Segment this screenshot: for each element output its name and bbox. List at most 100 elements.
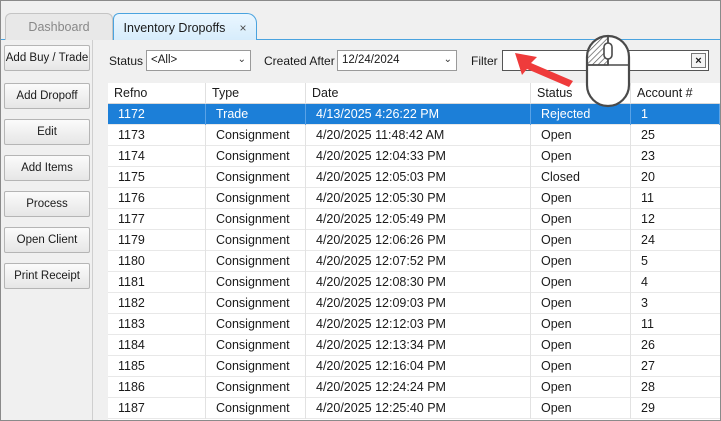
cell-refno: 1187 [108, 398, 206, 419]
column-header-type[interactable]: Type [206, 83, 306, 104]
cell-refno: 1181 [108, 272, 206, 293]
cell-refno: 1174 [108, 146, 206, 167]
print-receipt-button[interactable]: Print Receipt [4, 263, 90, 289]
cell-refno: 1177 [108, 209, 206, 230]
cell-date: 4/20/2025 12:05:03 PM [306, 167, 531, 188]
cell-date: 4/20/2025 12:05:30 PM [306, 188, 531, 209]
created-after-date-picker[interactable]: 12/24/2024 ⌄ [337, 50, 457, 71]
cell-account: 12 [641, 212, 655, 226]
table-row[interactable]: 1179 Consignment 4/20/2025 12:06:26 PM Open… [108, 230, 720, 251]
cell-account: 5 [641, 254, 648, 268]
cell-account: 11 [641, 191, 654, 205]
cell-status: Open [531, 272, 631, 293]
cell-account: 1 [631, 104, 720, 125]
table-row[interactable]: 1182 Consignment 4/20/2025 12:09:03 PM Open… [108, 293, 720, 314]
cell-account: 11 [641, 317, 654, 331]
cell-account: 25 [641, 128, 655, 142]
table-row[interactable]: 1183 Consignment 4/20/2025 12:12:03 PM Open… [108, 314, 720, 335]
cell-type: Consignment [206, 398, 306, 419]
cell-refno: 1180 [108, 251, 206, 272]
table-row[interactable]: 1180 Consignment 4/20/2025 12:07:52 PM Open… [108, 251, 720, 272]
cell-status: Open [531, 188, 631, 209]
add-dropoff-button[interactable]: Add Dropoff [4, 83, 90, 109]
cell-refno: 1172 [108, 104, 206, 125]
column-header-date[interactable]: Date [306, 83, 531, 104]
cell-account: 26 [641, 338, 655, 352]
mouse-left-click-icon [585, 34, 631, 108]
created-after-value: 12/24/2024 [342, 54, 400, 66]
column-header-refno[interactable]: Refno [108, 83, 206, 104]
cell-status: Open [531, 293, 631, 314]
cell-type: Consignment [206, 356, 306, 377]
cell-status: Open [531, 146, 631, 167]
action-sidebar: Add Buy / Trade Add Dropoff Edit Add Ite… [1, 40, 93, 420]
cell-type: Trade [206, 104, 306, 125]
cell-refno: 1184 [108, 335, 206, 356]
edit-button[interactable]: Edit [4, 119, 90, 145]
dropoffs-grid: Refno Type Date Status Account # 1172 Tra… [108, 83, 720, 420]
cell-type: Consignment [206, 125, 306, 146]
cell-type: Consignment [206, 335, 306, 356]
tab-inventory-dropoffs[interactable]: Inventory Dropoffs × [113, 13, 257, 41]
clear-filter-icon[interactable]: × [691, 53, 706, 68]
cell-status: Open [531, 314, 631, 335]
table-row[interactable]: 1186 Consignment 4/20/2025 12:24:24 PM Open… [108, 377, 720, 398]
add-items-button[interactable]: Add Items [4, 155, 90, 181]
table-row[interactable]: 1173 Consignment 4/20/2025 11:48:42 AM Open… [108, 125, 720, 146]
cell-type: Consignment [206, 377, 306, 398]
cell-refno: 1179 [108, 230, 206, 251]
cell-refno: 1176 [108, 188, 206, 209]
status-select[interactable]: <All> ⌄ [146, 50, 251, 71]
cell-date: 4/20/2025 11:48:42 AM [306, 125, 531, 146]
filter-label: Filter [471, 54, 498, 68]
cell-refno: 1186 [108, 377, 206, 398]
close-icon[interactable]: × [239, 21, 246, 35]
open-client-button[interactable]: Open Client [4, 227, 90, 253]
cell-account: 23 [641, 149, 655, 163]
cell-status: Open [531, 125, 631, 146]
table-row[interactable]: 1185 Consignment 4/20/2025 12:16:04 PM Open… [108, 356, 720, 377]
table-row[interactable]: 1176 Consignment 4/20/2025 12:05:30 PM Open… [108, 188, 720, 209]
cell-status: Open [531, 398, 631, 419]
red-arrow-icon [515, 53, 573, 87]
table-row[interactable]: 1181 Consignment 4/20/2025 12:08:30 PM Open… [108, 272, 720, 293]
cell-status: Open [531, 230, 631, 251]
cell-type: Consignment [206, 314, 306, 335]
cell-type: Consignment [206, 293, 306, 314]
tab-dashboard[interactable]: Dashboard [5, 13, 113, 40]
cell-type: Consignment [206, 272, 306, 293]
cell-status: Closed [531, 167, 631, 188]
process-button[interactable]: Process [4, 191, 90, 217]
cell-date: 4/20/2025 12:12:03 PM [306, 314, 531, 335]
cell-refno: 1183 [108, 314, 206, 335]
cell-type: Consignment [206, 146, 306, 167]
column-header-account[interactable]: Account # [631, 83, 720, 104]
cell-status: Open [531, 335, 631, 356]
cell-refno: 1185 [108, 356, 206, 377]
table-row[interactable]: 1175 Consignment 4/20/2025 12:05:03 PM Clos… [108, 167, 720, 188]
cell-status: Open [531, 251, 631, 272]
cell-account: 29 [641, 401, 655, 415]
cell-date: 4/20/2025 12:06:26 PM [306, 230, 531, 251]
cell-date: 4/20/2025 12:08:30 PM [306, 272, 531, 293]
cell-date: 4/20/2025 12:05:49 PM [306, 209, 531, 230]
tab-dashboard-label: Dashboard [28, 20, 90, 34]
cell-date: 4/13/2025 4:26:22 PM [306, 104, 531, 125]
cell-refno: 1173 [108, 125, 206, 146]
cell-account: 4 [641, 275, 648, 289]
cell-status: Open [531, 377, 631, 398]
add-buy-trade-button[interactable]: Add Buy / Trade [4, 45, 90, 71]
cell-date: 4/20/2025 12:25:40 PM [306, 398, 531, 419]
table-row[interactable]: 1187 Consignment 4/20/2025 12:25:40 PM Open… [108, 398, 720, 419]
chevron-down-icon: ⌄ [443, 54, 452, 65]
cell-date: 4/20/2025 12:04:33 PM [306, 146, 531, 167]
cell-type: Consignment [206, 167, 306, 188]
cell-status: Open [531, 209, 631, 230]
tab-inventory-label: Inventory Dropoffs [123, 20, 226, 35]
chevron-down-icon: ⌄ [237, 54, 246, 65]
cell-status: Open [531, 356, 631, 377]
app-window: Dashboard Inventory Dropoffs × Add Buy /… [0, 0, 721, 421]
table-row[interactable]: 1184 Consignment 4/20/2025 12:13:34 PM Open… [108, 335, 720, 356]
table-row[interactable]: 1177 Consignment 4/20/2025 12:05:49 PM Open… [108, 209, 720, 230]
table-row[interactable]: 1174 Consignment 4/20/2025 12:04:33 PM Open… [108, 146, 720, 167]
